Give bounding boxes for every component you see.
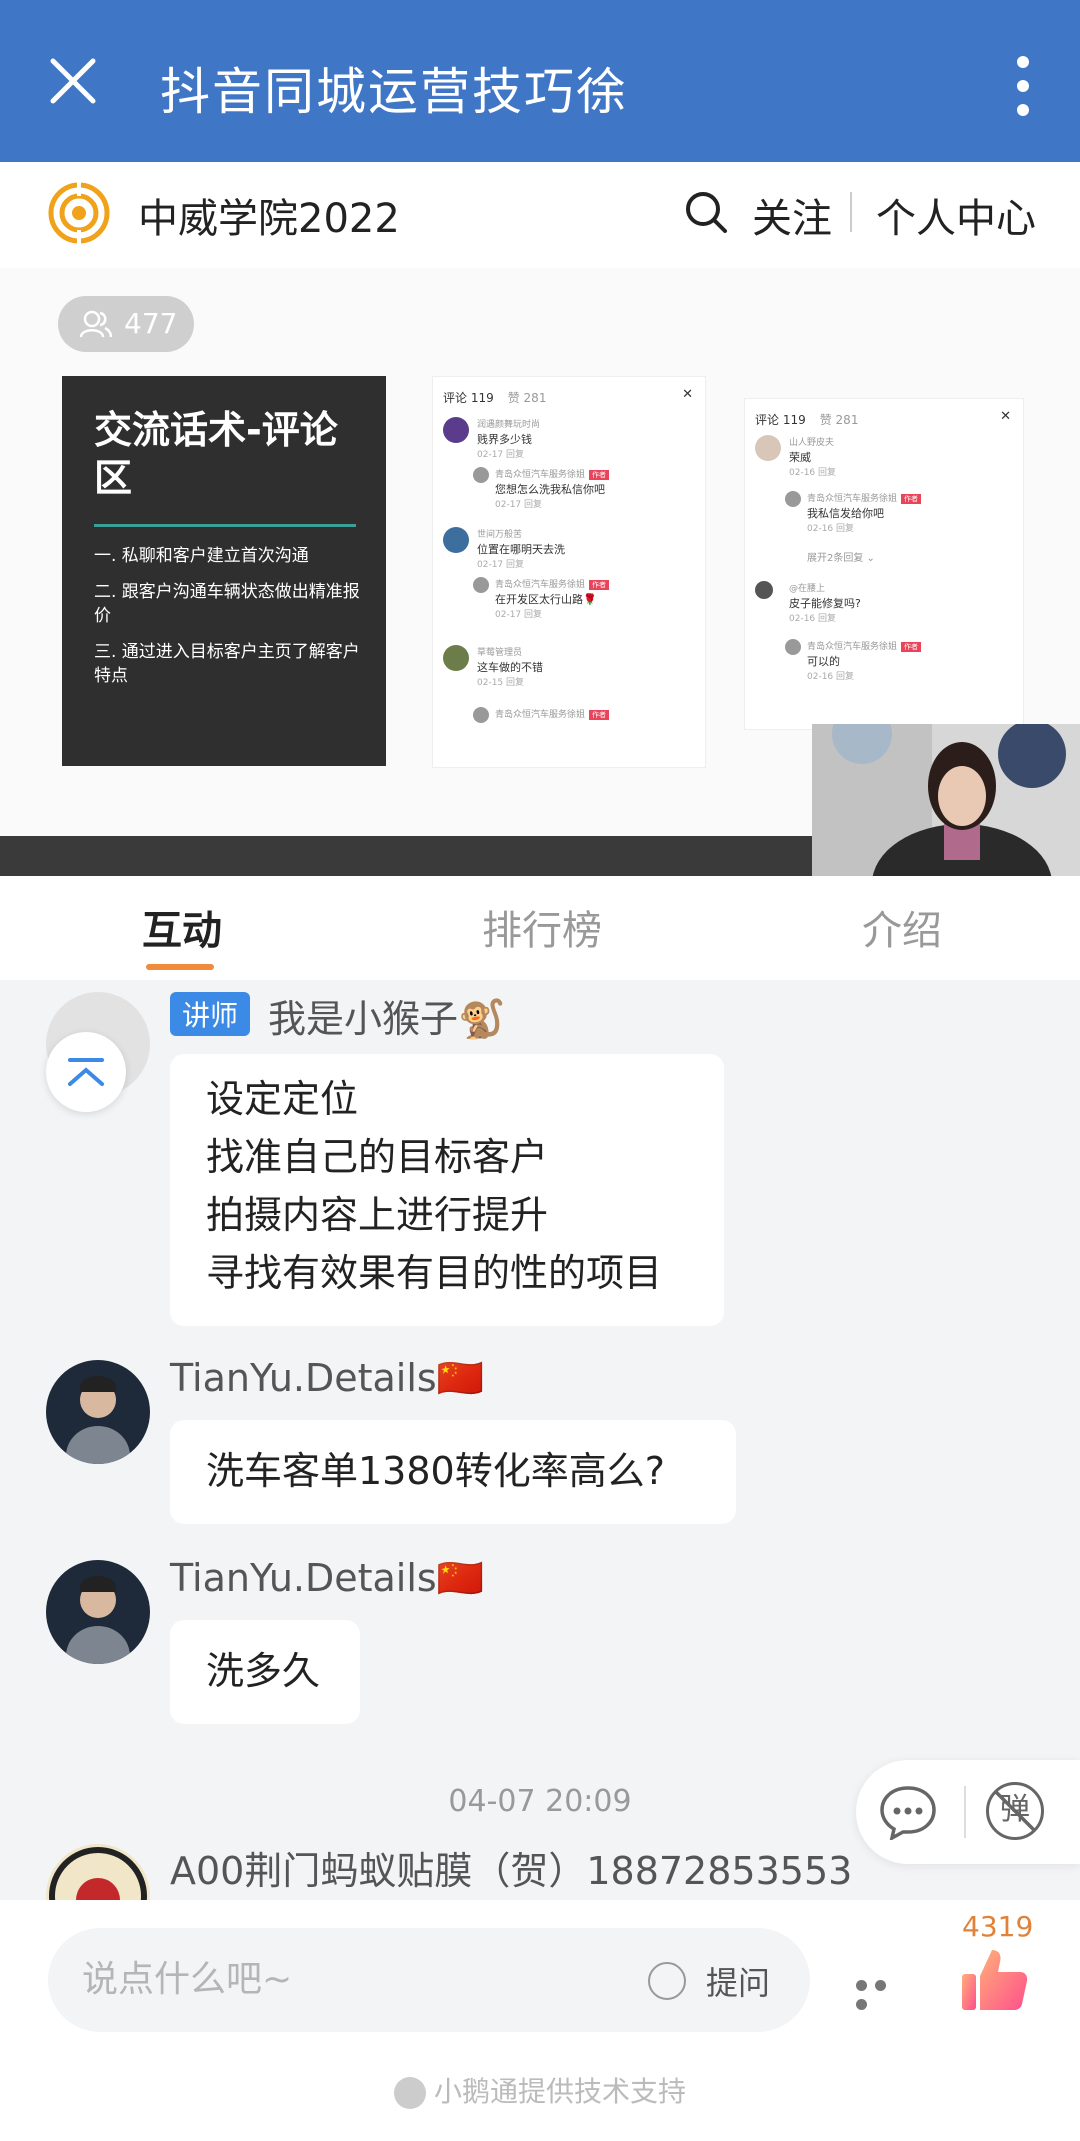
avatar <box>785 491 801 507</box>
tab-intro[interactable]: 介绍 <box>862 898 942 956</box>
close-icon[interactable] <box>48 56 98 106</box>
question-radio[interactable] <box>648 1962 686 2000</box>
slide-title-card: 交流话术-评论区 一. 私聊和客户建立首次沟通 二. 跟客户沟通车辆状态做出精准… <box>62 376 386 766</box>
message-bubble: 洗车客单1380转化率高么? <box>170 1420 736 1524</box>
sender-name: TianYu.Details🇨🇳 <box>170 1356 485 1400</box>
input-bar: 提问 4319 小鹅通提供技术支持 <box>0 1900 1080 2141</box>
tab-bar: 互动 排行榜 介绍 <box>0 876 1080 980</box>
brand-logo <box>48 182 110 244</box>
comment-screenshot-right: 评论 119 赞 281 ✕ 山人野皮夫 荣威 02-16 回复 青岛众恒汽车服务… <box>744 398 1024 730</box>
active-tab-indicator <box>146 964 214 970</box>
comment-input-box: 提问 <box>48 1928 810 2032</box>
message-line: 设定定位 <box>206 1077 359 1121</box>
slide-points: 一. 私聊和客户建立首次沟通 二. 跟客户沟通车辆状态做出精准报价 三. 通过进… <box>94 544 364 700</box>
floating-actions: 弹 <box>856 1760 1080 1864</box>
app-header: 抖音同城运营技巧徐 <box>0 0 1080 162</box>
danmaku-off-icon <box>994 1790 1036 1832</box>
like-count: 4319 <box>962 1910 1034 1943</box>
comment-screenshot-left: 评论 119 赞 281 ✕ 润遇颜舞玩时尚 贱界多少钱 02-17 回复 青岛众… <box>432 376 706 768</box>
live-video-player[interactable]: 477 交流话术-评论区 一. 私聊和客户建立首次沟通 二. 跟客户沟通车辆状态… <box>0 268 1080 876</box>
thumbs-up-icon[interactable] <box>958 1944 1030 2016</box>
avatar[interactable] <box>46 1360 150 1464</box>
viewer-count: 477 <box>124 307 178 340</box>
likes-label: 赞 281 <box>819 413 859 427</box>
more-options-icon[interactable] <box>856 1976 912 2010</box>
avatar <box>473 467 489 483</box>
tab-ranking[interactable]: 排行榜 <box>482 898 602 956</box>
footer-credit: 小鹅通提供技术支持 <box>0 2070 1080 2110</box>
comments-label: 评论 119 <box>443 391 494 405</box>
slide-rule <box>94 524 356 527</box>
avatar <box>755 435 781 461</box>
avatar[interactable] <box>46 1560 150 1664</box>
slide-title: 交流话术-评论区 <box>94 408 338 500</box>
sender-name: TianYu.Details🇨🇳 <box>170 1556 485 1600</box>
avatar <box>473 577 489 593</box>
viewer-count-badge: 477 <box>58 296 194 352</box>
message-line: 寻找有效果有目的性的项目 <box>206 1251 663 1295</box>
close-icon: ✕ <box>682 387 693 402</box>
follow-button[interactable]: 关注 <box>752 186 832 244</box>
avatar <box>443 645 469 671</box>
avatar[interactable] <box>46 1844 150 1900</box>
tab-interaction[interactable]: 互动 <box>142 898 222 956</box>
divider <box>964 1786 966 1838</box>
divider <box>850 192 852 232</box>
presenter-camera <box>812 724 1080 876</box>
comment-input[interactable] <box>80 1950 644 2008</box>
brand-name: 中威学院2022 <box>138 196 400 242</box>
more-menu-icon[interactable] <box>1016 56 1030 120</box>
page-title: 抖音同城运营技巧徐 <box>160 63 628 121</box>
message-line: 拍摄内容上进行提升 <box>206 1193 549 1237</box>
comment-icon[interactable] <box>878 1784 938 1840</box>
close-icon: ✕ <box>1000 409 1011 424</box>
avatar <box>443 527 469 553</box>
chat-list[interactable]: 讲师 我是小猴子🐒 设定定位 找准自己的目标客户 拍摄内容上进行提升 寻找有效果… <box>0 980 1080 1900</box>
avatar <box>443 417 469 443</box>
likes-label: 赞 281 <box>507 391 547 405</box>
avatar <box>785 639 801 655</box>
slide-point: 三. 通过进入目标客户主页了解客户特点 <box>94 642 360 686</box>
xiaoe-logo-icon <box>393 2077 426 2109</box>
question-label: 提问 <box>706 1964 771 2002</box>
viewers-icon <box>80 310 112 338</box>
slide-point: 二. 跟客户沟通车辆状态做出精准报价 <box>94 582 360 626</box>
arrow-up-icon <box>68 1058 104 1086</box>
site-bar: 中威学院2022 关注 个人中心 <box>0 162 1080 268</box>
message-line: 找准自己的目标客户 <box>206 1135 549 1179</box>
comments-label: 评论 119 <box>755 413 806 427</box>
avatar <box>473 707 489 723</box>
lecturer-badge: 讲师 <box>170 992 251 1036</box>
message-bubble: 洗多久 <box>170 1620 360 1724</box>
avatar <box>755 581 773 599</box>
personal-center-link[interactable]: 个人中心 <box>876 186 1036 244</box>
search-icon[interactable] <box>684 190 728 234</box>
scroll-to-top-button[interactable] <box>46 1032 126 1112</box>
sender-name: A00荆门蚂蚁贴膜（贺）18872853553 <box>170 1849 853 1893</box>
sender-name: 我是小猴子🐒 <box>268 997 506 1041</box>
message-bubble: 设定定位 找准自己的目标客户 拍摄内容上进行提升 寻找有效果有目的性的项目 <box>170 1054 724 1326</box>
presenter-image <box>812 724 1080 876</box>
slide-point: 一. 私聊和客户建立首次沟通 <box>94 546 309 566</box>
